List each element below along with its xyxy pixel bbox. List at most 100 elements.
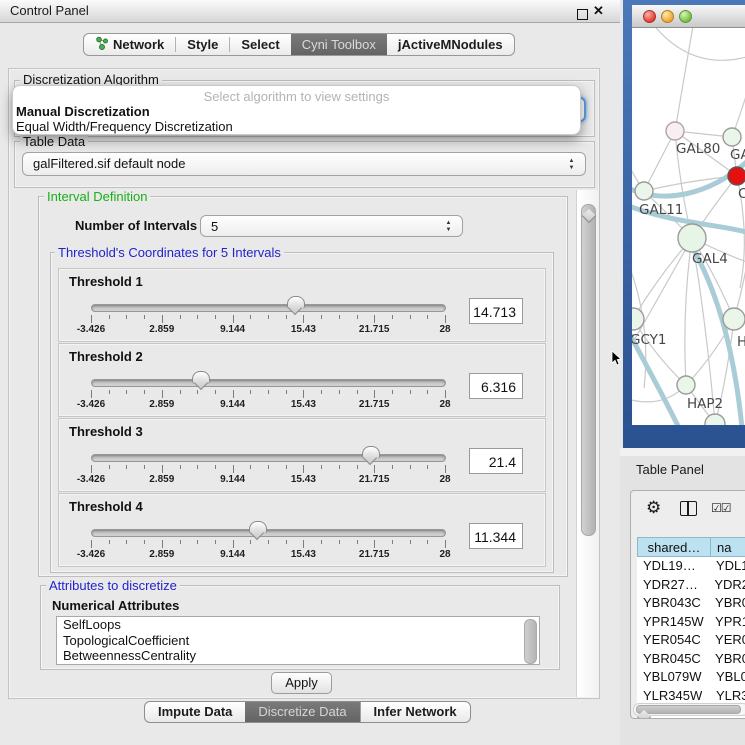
cell-name: YLR3 — [711, 687, 745, 705]
threshold-value-field[interactable]: 6.316 — [469, 373, 523, 399]
table-row[interactable]: YDR27…YDR2 — [637, 576, 745, 595]
vertical-scrollbar[interactable] — [576, 190, 599, 697]
node-gal4[interactable] — [678, 224, 706, 252]
horizontal-scrollbar[interactable] — [633, 703, 745, 716]
table-row[interactable]: YLR345WYLR3 — [637, 687, 745, 705]
network-graph[interactable]: GAL80GACGAL11GAL4GCY1HHAP2 — [632, 28, 745, 425]
bottom-tab-infer-network[interactable]: Infer Network — [360, 702, 470, 722]
column-checkboxes-icon[interactable]: ☑☑ — [711, 501, 731, 515]
network-edge[interactable] — [734, 228, 745, 319]
cell-name: YBL0 — [711, 668, 745, 687]
network-edge[interactable] — [633, 238, 692, 319]
attribute-list-item[interactable]: SelfLoops — [57, 617, 539, 633]
table-row[interactable]: YER054CYER0 — [637, 631, 745, 650]
tick-label: 21.715 — [359, 474, 390, 485]
cell-shared-name: YPR145W — [637, 613, 710, 632]
threshold-value-field[interactable]: 11.344 — [469, 523, 523, 549]
tick-label: -3.426 — [77, 549, 105, 560]
cell-shared-name: YBL079W — [637, 668, 711, 687]
attributes-group-label: Attributes to discretize — [46, 578, 180, 593]
table-data-label: Table Data — [20, 134, 88, 149]
cell-name: YPR1 — [710, 613, 745, 632]
network-edge[interactable] — [652, 28, 745, 60]
node-label: HAP2 — [687, 396, 723, 412]
tick-mark — [250, 315, 251, 319]
scrollbar-thumb[interactable] — [581, 204, 596, 536]
bottom-tab-discretize-data[interactable]: Discretize Data — [245, 702, 359, 722]
tab-select[interactable]: Select — [230, 34, 290, 55]
slider-thumb[interactable] — [192, 371, 210, 384]
scrollbar-thumb[interactable] — [636, 705, 741, 714]
zoom-traffic-light-icon[interactable] — [679, 10, 692, 23]
tick-mark — [215, 540, 216, 544]
close-icon[interactable]: ✕ — [593, 3, 604, 19]
number-of-intervals-value: 5 — [211, 219, 218, 234]
tick-mark — [286, 315, 287, 319]
tab-network[interactable]: Network — [84, 34, 175, 55]
float-window-icon[interactable] — [577, 9, 588, 20]
table-data-combobox[interactable]: galFiltered.sif default node ▲▼ — [22, 152, 586, 176]
network-edge[interactable] — [675, 28, 694, 131]
node-gal80[interactable] — [666, 122, 684, 140]
tick-label: 9.144 — [220, 474, 245, 485]
list-scrollbar-thumb[interactable] — [524, 619, 537, 664]
network-canvas[interactable]: GAL80GACGAL11GAL4GCY1HHAP2 — [632, 28, 745, 425]
tab-label: Cyni Toolbox — [302, 37, 376, 52]
tab-jactivemnodules[interactable]: jActiveMNodules — [387, 34, 514, 55]
tab-cyni-toolbox[interactable]: Cyni Toolbox — [291, 34, 387, 55]
bottom-tab-bar: Impute DataDiscretize DataInfer Network — [144, 701, 471, 723]
table-row[interactable]: YBR045CYBR0 — [637, 650, 745, 669]
minimize-traffic-light-icon[interactable] — [661, 10, 674, 23]
gear-icon[interactable]: ⚙ — [646, 498, 661, 518]
network-edge[interactable] — [685, 238, 692, 385]
algorithm-option[interactable]: Equal Width/Frequency Discretization — [13, 119, 580, 134]
tick-label: 21.715 — [359, 324, 390, 335]
attribute-list-item[interactable]: TopologicalCoefficient — [57, 633, 539, 649]
tick-mark — [392, 390, 393, 394]
slider-thumb[interactable] — [287, 296, 305, 309]
threshold-value-field[interactable]: 21.4 — [469, 448, 523, 474]
table-row[interactable]: YBR043CYBR0 — [637, 594, 745, 613]
slider-track[interactable] — [91, 304, 446, 312]
network-edge[interactable] — [732, 58, 745, 137]
tick-mark — [162, 540, 163, 548]
algorithm-hint-item[interactable]: Select algorithm to view settings — [13, 86, 580, 104]
close-traffic-light-icon[interactable] — [643, 10, 656, 23]
node-hap2[interactable] — [677, 376, 695, 394]
network-edge[interactable] — [644, 131, 675, 191]
tick-label: 28 — [439, 324, 450, 335]
node-top-right[interactable] — [723, 128, 741, 146]
panel-title: Control Panel — [10, 3, 89, 18]
apply-button[interactable]: Apply — [271, 672, 332, 694]
node-label: GA — [730, 147, 745, 163]
node-right-h[interactable] — [723, 308, 745, 330]
numerical-attributes-list[interactable]: SelfLoopsTopologicalCoefficientBetweenne… — [56, 616, 540, 665]
tick-mark — [445, 315, 446, 323]
bottom-tab-impute-data[interactable]: Impute Data — [145, 702, 245, 722]
split-pane-icon[interactable] — [680, 501, 697, 516]
number-of-intervals-label: Number of Intervals — [75, 218, 197, 233]
slider-thumb[interactable] — [362, 446, 380, 459]
algorithm-option[interactable]: Manual Discretization — [13, 104, 580, 119]
slider-track[interactable] — [91, 379, 446, 387]
table-row[interactable]: YBL079WYBL0 — [637, 668, 745, 687]
tick-label: -3.426 — [77, 474, 105, 485]
slider-thumb[interactable] — [249, 521, 267, 534]
tick-mark — [410, 390, 411, 394]
node-gal11[interactable] — [635, 182, 653, 200]
tick-mark — [286, 540, 287, 544]
threshold-value-field[interactable]: 14.713 — [469, 298, 523, 324]
node-selected-red[interactable] — [728, 167, 745, 185]
column-header-name[interactable]: na — [710, 537, 745, 557]
node-bottom-partial[interactable] — [705, 414, 725, 425]
number-of-intervals-combobox[interactable]: 5 ▲▼ — [200, 215, 463, 237]
table-row[interactable]: YPR145WYPR1 — [637, 613, 745, 632]
table-row[interactable]: YDL19…YDL1 — [637, 557, 745, 576]
tab-style[interactable]: Style — [176, 34, 229, 55]
attribute-list-item[interactable]: BetweennessCentrality — [57, 648, 539, 664]
slider-track[interactable] — [91, 454, 446, 462]
threshold-box: Threshold 3-3.4262.8599.14415.4321.71528… — [58, 418, 546, 492]
slider-track[interactable] — [91, 529, 446, 537]
tick-mark — [233, 540, 234, 548]
column-header-shared-name[interactable]: shared… — [637, 537, 711, 557]
